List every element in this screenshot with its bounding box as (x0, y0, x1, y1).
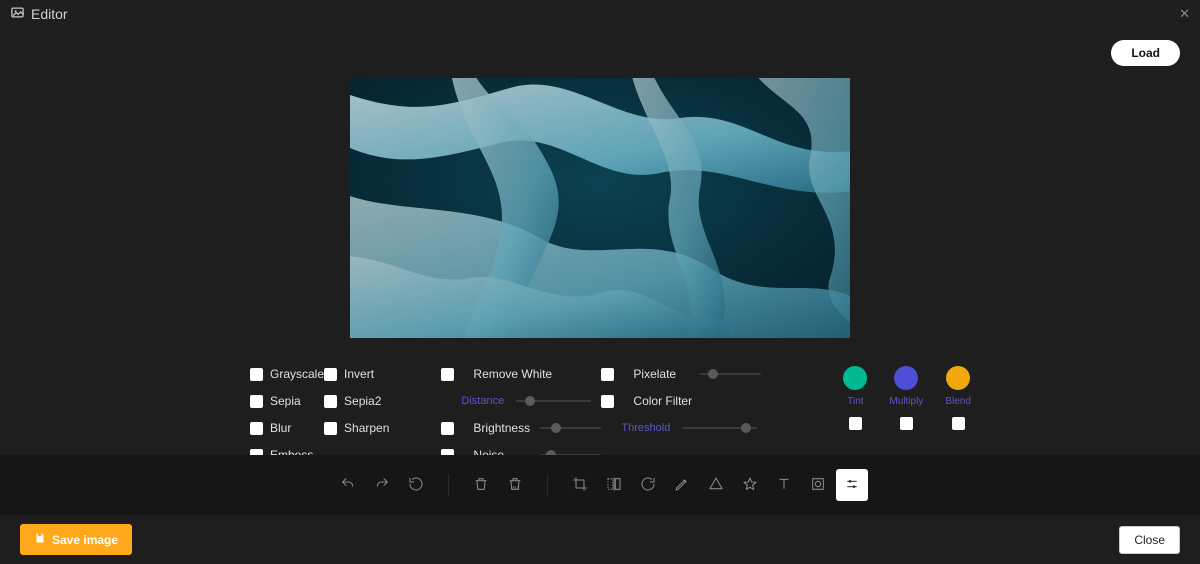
sepia2-checkbox[interactable] (324, 395, 337, 408)
shape-tool[interactable] (700, 469, 732, 501)
toolbar-separator (547, 474, 548, 496)
filter-distance: Distance (441, 393, 601, 409)
colorfilter-checkbox[interactable] (601, 395, 614, 408)
filter-sepia: Sepia (250, 393, 324, 409)
tint-label: Tint (847, 396, 863, 407)
filter-remove-white: Remove White (441, 366, 601, 382)
flip-icon (606, 476, 622, 495)
filter-threshold: Threshold (601, 420, 761, 436)
delete-all-tool[interactable]: ALL (499, 469, 531, 501)
filter-brightness: Brightness (441, 420, 601, 436)
blend-checkbox[interactable] (952, 417, 965, 430)
blend-label: Blend (945, 396, 971, 407)
crop-tool[interactable] (564, 469, 596, 501)
filter-sepia2: Sepia2 (324, 393, 389, 409)
sepia-checkbox[interactable] (250, 395, 263, 408)
load-button[interactable]: Load (1111, 40, 1180, 66)
distance-label: Distance (461, 395, 504, 407)
remove-white-label: Remove White (473, 367, 552, 381)
image-icon (10, 5, 25, 23)
brightness-checkbox[interactable] (441, 422, 454, 435)
editor-title: Editor (31, 6, 68, 22)
blend-swatch[interactable] (946, 366, 970, 390)
rotate-tool[interactable] (632, 469, 664, 501)
mask-icon (810, 476, 826, 495)
save-label: Save image (52, 533, 118, 547)
threshold-slider[interactable] (682, 422, 757, 434)
toolbar: ALL (0, 455, 1200, 515)
svg-text:ALL: ALL (512, 484, 520, 489)
colorfilter-label: Color Filter (633, 394, 692, 408)
reset-icon (408, 476, 424, 495)
close-icon[interactable]: ✕ (1179, 6, 1190, 22)
threshold-label: Threshold (621, 422, 670, 434)
tint-swatch[interactable] (843, 366, 867, 390)
redo-tool[interactable] (366, 469, 398, 501)
filter-colorfilter: Color Filter (601, 393, 761, 409)
save-icon (34, 532, 46, 547)
sharpen-checkbox[interactable] (324, 422, 337, 435)
draw-tool[interactable] (666, 469, 698, 501)
text-tool[interactable] (768, 469, 800, 501)
filter-pixelate: Pixelate (601, 366, 761, 382)
color-tint: Tint (843, 366, 867, 463)
reset-tool[interactable] (400, 469, 432, 501)
star-icon (742, 476, 758, 495)
filter-grayscale: Grayscale (250, 366, 324, 382)
pixelate-checkbox[interactable] (601, 368, 614, 381)
editor-main: Load (0, 28, 1200, 455)
color-multiply: Multiply (889, 366, 923, 463)
titlebar: Editor ✕ (0, 0, 1200, 28)
undo-tool[interactable] (332, 469, 364, 501)
multiply-label: Multiply (889, 396, 923, 407)
footer: Save image Close (0, 515, 1200, 564)
brightness-slider[interactable] (540, 422, 601, 434)
multiply-checkbox[interactable] (900, 417, 913, 430)
filter-controls: GrayscaleSepiaBlurEmboss InvertSepia2Sha… (250, 366, 950, 463)
invert-checkbox[interactable] (324, 368, 337, 381)
crop-icon (572, 476, 588, 495)
filter-blur: Blur (250, 420, 324, 436)
flip-tool[interactable] (598, 469, 630, 501)
delete-tool[interactable] (465, 469, 497, 501)
invert-label: Invert (344, 367, 374, 381)
blur-checkbox[interactable] (250, 422, 263, 435)
trash-icon (473, 476, 489, 495)
redo-icon (374, 476, 390, 495)
sliders-icon (844, 476, 860, 495)
close-button[interactable]: Close (1119, 526, 1180, 554)
filter-sharpen: Sharpen (324, 420, 389, 436)
toolbar-separator (448, 474, 449, 496)
save-button[interactable]: Save image (20, 524, 132, 555)
tint-checkbox[interactable] (849, 417, 862, 430)
sepia-label: Sepia (270, 394, 301, 408)
remove-white-checkbox[interactable] (441, 368, 454, 381)
mask-tool[interactable] (802, 469, 834, 501)
color-blend: Blend (945, 366, 971, 463)
sepia2-label: Sepia2 (344, 394, 381, 408)
filter-tool[interactable] (836, 469, 868, 501)
canvas-image[interactable] (350, 78, 850, 338)
text-icon (776, 476, 792, 495)
rotate-icon (640, 476, 656, 495)
distance-slider[interactable] (516, 395, 591, 407)
filter-invert: Invert (324, 366, 389, 382)
pixelate-slider[interactable] (700, 368, 761, 380)
sharpen-label: Sharpen (344, 421, 389, 435)
shape-icon (708, 476, 724, 495)
grayscale-label: Grayscale (270, 367, 324, 381)
pixelate-label: Pixelate (633, 367, 688, 381)
icon-tool[interactable] (734, 469, 766, 501)
blur-label: Blur (270, 421, 291, 435)
multiply-swatch[interactable] (894, 366, 918, 390)
undo-icon (340, 476, 356, 495)
pencil-icon (674, 476, 690, 495)
grayscale-checkbox[interactable] (250, 368, 263, 381)
brightness-label: Brightness (473, 421, 528, 435)
trash-all-icon: ALL (507, 476, 523, 495)
